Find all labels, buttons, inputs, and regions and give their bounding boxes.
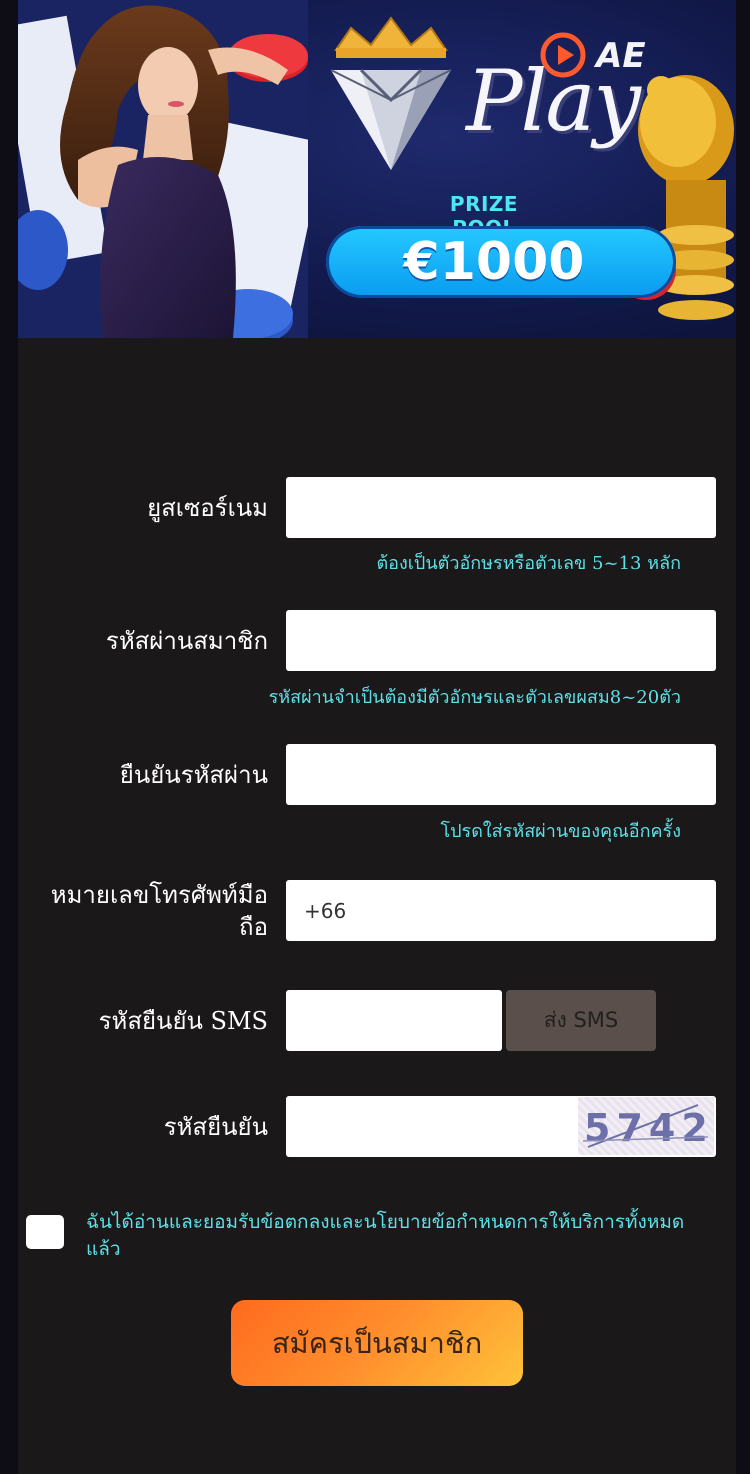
send-sms-button[interactable]: ส่ง SMS — [506, 990, 656, 1051]
agree-checkbox[interactable] — [26, 1215, 64, 1249]
prize-pool-amount: €1000 — [403, 232, 585, 292]
sms-code-input[interactable] — [286, 990, 502, 1051]
phone-label: หมายเลขโทรศัพท์มือ ถือ — [18, 879, 268, 943]
captcha-label: รหัสยืนยัน — [163, 1113, 268, 1141]
phone-input[interactable] — [286, 880, 716, 941]
registration-page: AE Play PRIZE POOL €1000 ยูสเซอร์เนม ต้อ… — [18, 0, 736, 1474]
confirm-password-hint: โปรดใส่รหัสผ่านของคุณอีกครั้ง — [440, 821, 681, 842]
diamond-crown-logo — [330, 16, 452, 170]
captcha-noise-lines — [582, 1104, 709, 1148]
phone-label-line1: หมายเลขโทรศัพท์มือ — [50, 881, 268, 909]
agree-terms-text: ฉันได้อ่านและยอมรับข้อตกลงและนโยบายข้อกำ… — [86, 1211, 685, 1260]
password-hint: รหัสผ่านจำเป็นต้องมีตัวอักษรและตัวเลขผสม… — [268, 687, 681, 708]
username-input[interactable] — [286, 477, 716, 538]
banner-model-photo — [18, 0, 308, 338]
sms-code-label: รหัสยืนยัน SMS — [98, 1007, 268, 1035]
confirm-password-input[interactable] — [286, 744, 716, 805]
phone-label-line2: ถือ — [239, 913, 268, 941]
register-submit-button[interactable]: สมัครเป็นสมาชิก — [231, 1300, 523, 1386]
password-input[interactable] — [286, 610, 716, 671]
promo-banner: AE Play PRIZE POOL €1000 — [18, 0, 736, 338]
brand-play-text: Play — [466, 52, 641, 150]
confirm-password-label: ยืนยันรหัสผ่าน — [119, 761, 268, 789]
username-hint: ต้องเป็นตัวอักษรหรือตัวเลข 5~13 หลัก — [376, 553, 681, 574]
password-label: รหัสผ่านสมาชิก — [105, 627, 268, 655]
username-label: ยูสเซอร์เนม — [147, 494, 268, 522]
